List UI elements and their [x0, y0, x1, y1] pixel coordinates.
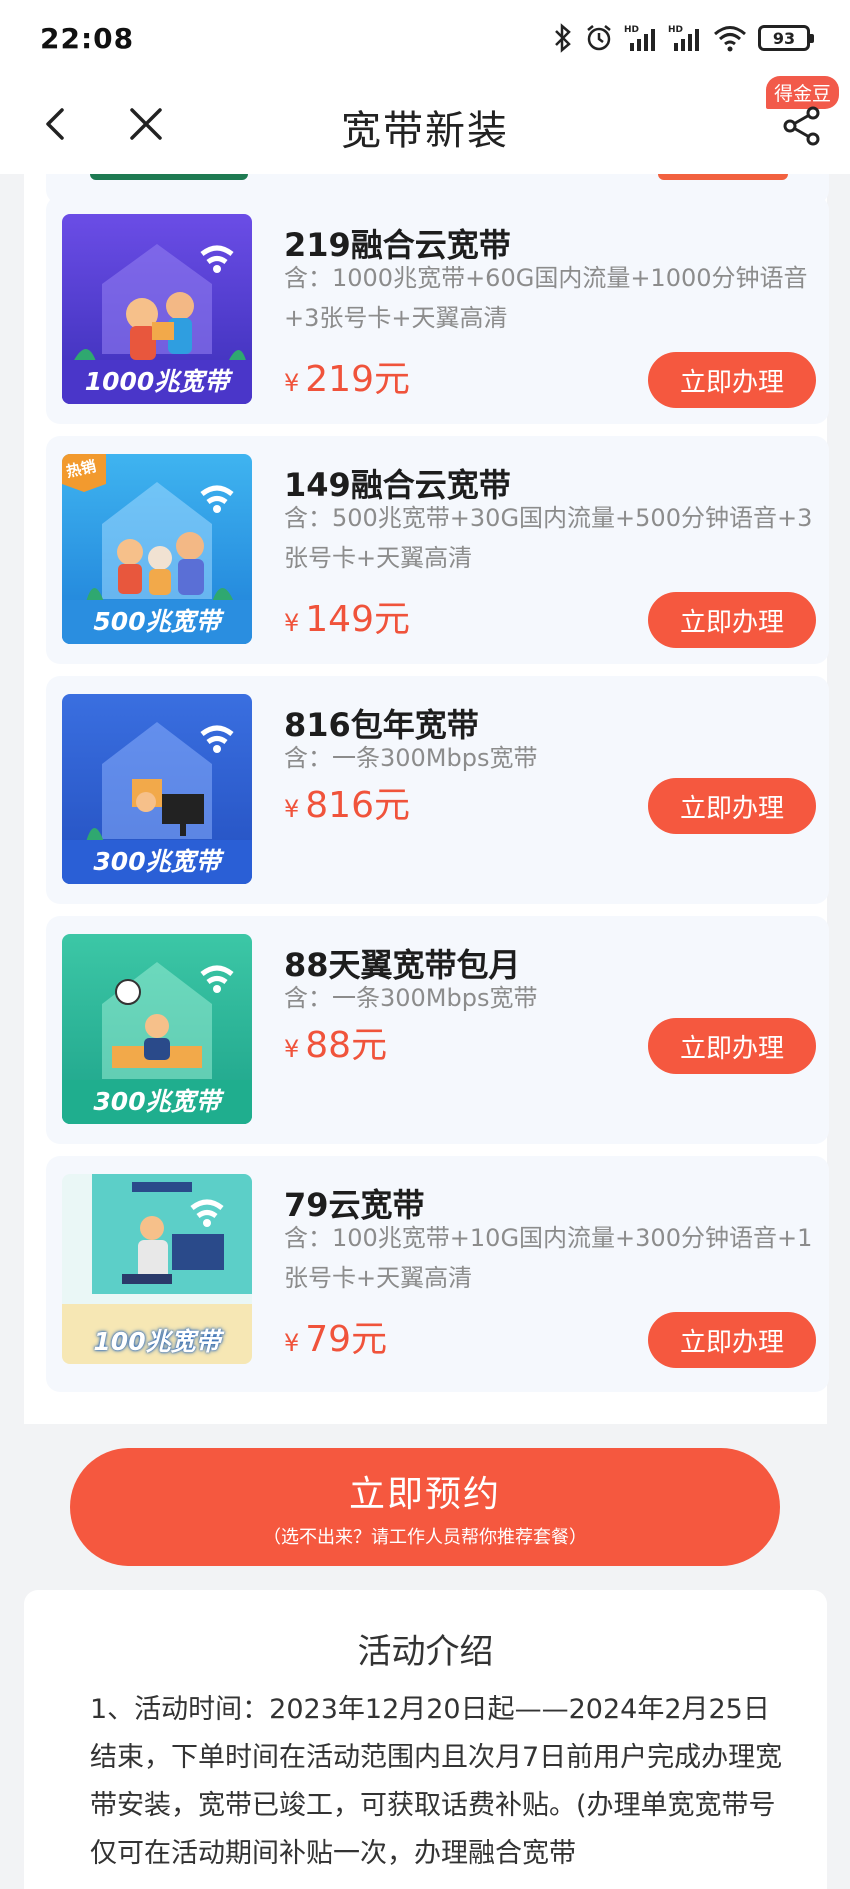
product-desc: 含：1000兆宽带+60G国内流量+1000分钟语音+3张号卡+天翼高清 — [284, 264, 808, 332]
product-image: 100兆宽带 — [62, 1174, 252, 1364]
product-image-label: 300兆宽带 — [93, 1087, 221, 1116]
intro-text: 1、活动时间：2023年12月20日起——2024年2月25日结束，下单时间在活… — [90, 1694, 783, 1869]
apply-button[interactable]: 立即办理 — [648, 1018, 816, 1074]
product-card: 1000兆宽带 219融合云宽带 含：1000兆宽带+60G国内流量+1000分… — [46, 196, 829, 424]
product-desc: 含：500兆宽带+30G国内流量+500分钟语音+3张号卡+天翼高清 — [284, 504, 813, 572]
battery-icon: 93 — [758, 25, 814, 51]
apply-button[interactable]: 立即办理 — [648, 352, 816, 408]
reserve-label: 立即预约 — [348, 1474, 501, 1515]
price-value: 219元 — [305, 359, 410, 400]
product-price: ¥149元 — [284, 590, 410, 642]
currency-symbol: ¥ — [284, 1329, 300, 1357]
status-bar: 22:08 HD HD 93 — [0, 0, 850, 76]
product-price: ¥219元 — [284, 350, 410, 402]
page-title: 宽带新装 — [341, 108, 509, 154]
currency-symbol: ¥ — [284, 1035, 300, 1063]
product-image: 300兆宽带 — [62, 934, 252, 1124]
nav-bar: 宽带新装 得金豆 — [0, 76, 850, 174]
product-image: 1000兆宽带 — [62, 214, 252, 404]
status-icons: HD HD 93 — [552, 23, 814, 53]
product-price: ¥88元 — [284, 1016, 387, 1068]
apply-button[interactable]: 立即办理 — [648, 1312, 816, 1368]
share-icon[interactable] — [780, 104, 824, 148]
svg-text:HD: HD — [668, 25, 683, 35]
apply-button[interactable]: 立即办理 — [648, 592, 816, 648]
currency-symbol: ¥ — [284, 369, 300, 397]
product-desc: 含：一条300Mbps宽带 — [284, 984, 538, 1012]
price-value: 816元 — [305, 785, 410, 826]
bluetooth-icon — [555, 23, 571, 53]
signal-2-icon: HD — [668, 25, 699, 51]
status-time: 22:08 — [40, 21, 135, 55]
svg-text:HD: HD — [624, 25, 639, 35]
activity-intro: 活动介绍 1、活动时间：2023年12月20日起——2024年2月25日结束，下… — [24, 1590, 827, 1889]
price-value: 88元 — [305, 1025, 388, 1066]
product-image: 300兆宽带 — [62, 694, 252, 884]
alarm-icon — [587, 25, 611, 51]
product-price: ¥816元 — [284, 776, 410, 828]
product-image-label: 1000兆宽带 — [84, 367, 230, 396]
currency-symbol: ¥ — [284, 795, 300, 823]
currency-symbol: ¥ — [284, 609, 300, 637]
price-value: 79元 — [305, 1319, 388, 1360]
product-desc: 含：100兆宽带+10G国内流量+300分钟语音+1张号卡+天翼高清 — [284, 1224, 813, 1292]
product-card: 300兆宽带 816包年宽带 含：一条300Mbps宽带 ¥816元 立即办理 — [46, 676, 829, 904]
product-image-label: 500兆宽带 — [93, 607, 221, 636]
wifi-icon — [714, 26, 746, 52]
product-image-label: 100兆宽带 — [93, 1327, 221, 1356]
battery-level: 93 — [772, 28, 796, 48]
product-list: 1000兆宽带 219融合云宽带 含：1000兆宽带+60G国内流量+1000分… — [24, 174, 829, 1424]
product-desc: 含：一条300Mbps宽带 — [284, 744, 538, 772]
signal-1-icon: HD — [624, 25, 655, 51]
reserve-button[interactable]: 立即预约 （选不出来？请工作人员帮你推荐套餐） — [70, 1448, 780, 1566]
reserve-sub-label: （选不出来？请工作人员帮你推荐套餐） — [263, 1527, 587, 1548]
product-price: ¥79元 — [284, 1310, 387, 1362]
product-card: 热销 500兆宽带 149融合云宽带 含：500兆宽带+30G国内流量+500分… — [46, 436, 829, 664]
product-image-label: 300兆宽带 — [93, 847, 221, 876]
price-value: 149元 — [305, 599, 410, 640]
intro-title: 活动介绍 — [357, 1632, 494, 1672]
product-card: 300兆宽带 88天翼宽带包月 含：一条300Mbps宽带 ¥88元 立即办理 — [46, 916, 829, 1144]
apply-button[interactable]: 立即办理 — [648, 778, 816, 834]
product-card: 100兆宽带 79云宽带 含：100兆宽带+10G国内流量+300分钟语音+1张… — [46, 1156, 829, 1392]
product-image: 热销 500兆宽带 — [62, 454, 252, 644]
